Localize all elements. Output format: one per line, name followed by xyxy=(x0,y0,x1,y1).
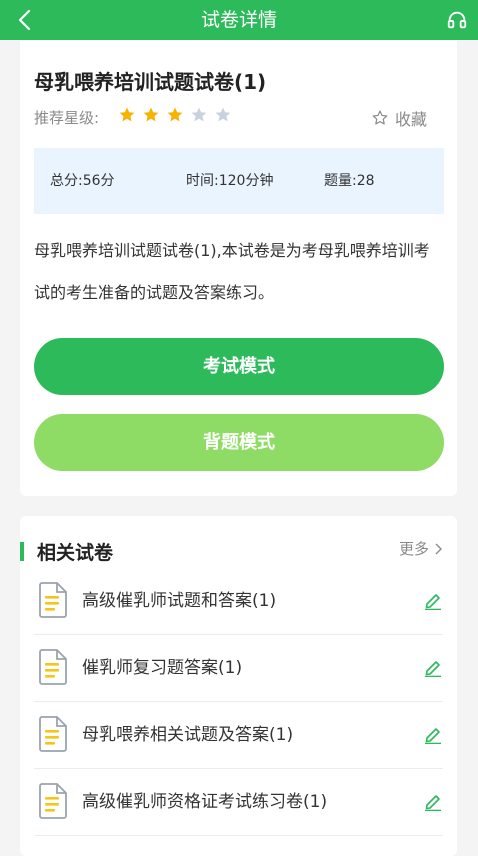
chevron-right-icon xyxy=(435,543,442,554)
question-count: 题量:28 xyxy=(324,173,375,189)
pencil-icon[interactable] xyxy=(423,791,443,811)
related-paper-label: 母乳喂养相关试题及答案(1) xyxy=(82,725,294,745)
study-mode-button[interactable]: 背题模式 xyxy=(34,414,444,471)
headset-icon[interactable] xyxy=(446,9,468,31)
star-rating xyxy=(118,106,232,124)
related-paper-item[interactable]: 高级催乳师资格证考试练习卷(1) xyxy=(34,769,443,836)
star-filled-icon xyxy=(143,107,159,122)
favorite-label: 收藏 xyxy=(394,110,427,129)
section-accent-bar xyxy=(20,542,24,561)
pencil-icon[interactable] xyxy=(423,590,443,610)
pencil-icon[interactable] xyxy=(423,724,443,744)
related-paper-label: 催乳师复习题答案(1) xyxy=(82,658,243,678)
related-paper-item[interactable]: 催乳师复习题答案(1) xyxy=(34,635,443,702)
document-icon xyxy=(39,716,67,752)
star-empty-icon xyxy=(215,107,231,122)
star-empty-icon xyxy=(191,107,207,122)
top-bar: 试卷详情 xyxy=(0,0,478,40)
page-title: 试卷详情 xyxy=(200,9,277,31)
rating-label: 推荐星级: xyxy=(34,109,100,127)
paper-title: 母乳喂养培训试题试卷(1) xyxy=(34,70,267,94)
paper-info-box: 总分:56分 时间:120分钟 题量:28 xyxy=(34,148,444,214)
document-icon xyxy=(39,649,67,685)
more-label: 更多 xyxy=(398,540,429,558)
related-section-title: 相关试卷 xyxy=(37,542,114,564)
related-paper-item[interactable]: 母乳喂养相关试题及答案(1) xyxy=(34,702,443,769)
star-filled-icon xyxy=(119,107,135,122)
related-paper-label: 高级催乳师试题和答案(1) xyxy=(82,591,277,611)
related-paper-item[interactable]: 高级催乳师试题和答案(1) xyxy=(34,568,443,635)
star-filled-icon xyxy=(167,107,183,122)
star-outline-icon xyxy=(372,110,388,125)
related-papers-card: 相关试卷 更多 高级催乳师试题和答案(1) 催乳师复习题答案(1) 母乳喂养相关… xyxy=(20,516,457,856)
favorite-button[interactable]: 收藏 xyxy=(371,106,427,130)
duration: 时间:120分钟 xyxy=(186,173,274,189)
paper-detail-card: 母乳喂养培训试题试卷(1) 推荐星级: 收藏 总分:56分 时间:120分钟 题… xyxy=(20,40,457,496)
document-icon xyxy=(39,783,67,819)
exam-mode-button[interactable]: 考试模式 xyxy=(34,338,444,395)
more-link[interactable]: 更多 xyxy=(399,538,443,559)
total-score: 总分:56分 xyxy=(50,173,115,189)
document-icon xyxy=(39,582,67,618)
paper-description: 母乳喂养培训试题试卷(1),本试卷是为考母乳喂养培训考试的考生准备的试题及答案练… xyxy=(34,241,430,302)
pencil-icon[interactable] xyxy=(423,657,443,677)
related-papers-list: 高级催乳师试题和答案(1) 催乳师复习题答案(1) 母乳喂养相关试题及答案(1) xyxy=(20,568,457,836)
related-paper-label: 高级催乳师资格证考试练习卷(1) xyxy=(82,792,328,812)
